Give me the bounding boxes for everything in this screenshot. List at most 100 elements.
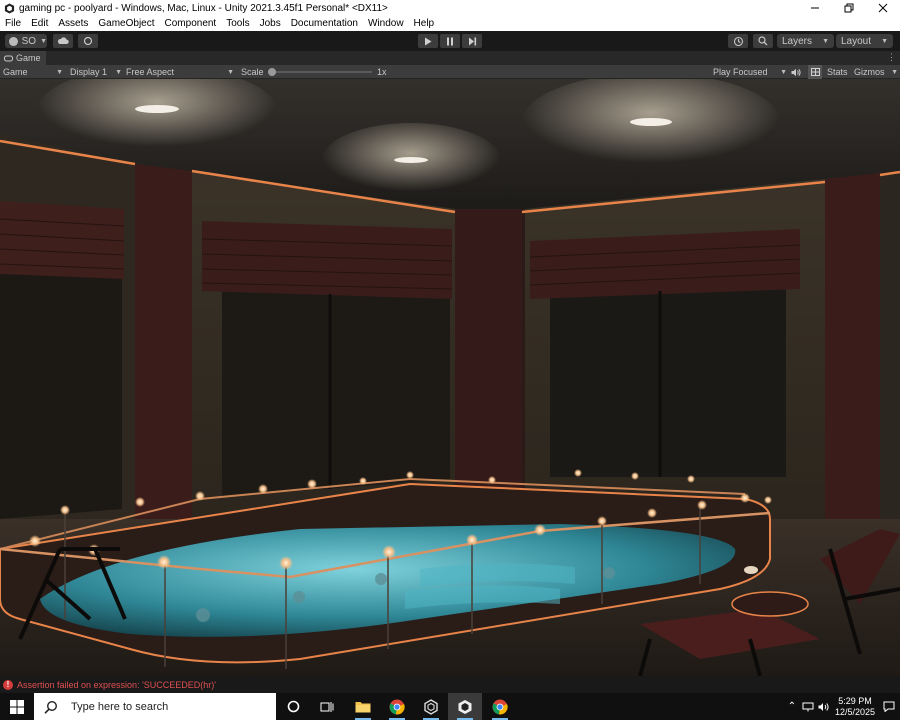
file-explorer-button[interactable]: [346, 693, 380, 720]
taskbar: Type here to search ⌃ 5:29 PM 12/5/2025: [0, 693, 900, 720]
menu-tools[interactable]: Tools: [221, 18, 254, 29]
play-button[interactable]: [418, 34, 438, 48]
taskbar-search[interactable]: Type here to search: [34, 693, 276, 720]
restore-icon: [844, 3, 854, 13]
tab-game[interactable]: Game: [0, 51, 46, 65]
search-icon: [758, 36, 768, 46]
task-view-button[interactable]: [310, 693, 344, 720]
speaker-icon: [818, 702, 829, 711]
chevron-down-icon: ▼: [822, 37, 829, 45]
scale-label: Scale: [241, 67, 264, 77]
unity-icon: [1, 0, 17, 16]
cloud-button[interactable]: [53, 34, 73, 48]
pause-button[interactable]: [440, 34, 460, 48]
game-viewport[interactable]: [0, 79, 900, 676]
unity-icon: [458, 699, 472, 714]
view-mode-dropdown[interactable]: Game ▼: [3, 65, 63, 79]
aspect-dropdown[interactable]: Free Aspect ▼: [126, 65, 234, 79]
unity-editor-button[interactable]: [448, 693, 482, 720]
layers-label: Layers: [782, 35, 813, 47]
console-status-bar[interactable]: ! Assertion failed on expression: 'SUCCE…: [0, 676, 900, 693]
view-mode-label: Game: [3, 67, 28, 77]
chevron-down-icon: ▼: [115, 68, 122, 76]
game-view-toolbar: Game ▼ Display 1 ▼ Free Aspect ▼ Scale 1…: [0, 65, 900, 79]
menu-help[interactable]: Help: [409, 18, 440, 29]
task-view-icon: [320, 701, 334, 712]
system-tray: ⌃ 5:29 PM 12/5/2025: [784, 693, 900, 720]
show-hidden-icons-icon[interactable]: ⌃: [784, 701, 800, 712]
start-button[interactable]: [0, 693, 34, 720]
more-options-icon[interactable]: ⋮: [887, 52, 896, 63]
chevron-down-icon: ▼: [40, 37, 47, 45]
network-icon: [802, 702, 814, 711]
menu-gameobject[interactable]: GameObject: [93, 18, 159, 29]
search-button[interactable]: [753, 34, 773, 48]
chevron-down-icon: ▼: [780, 68, 787, 76]
collab-icon: [83, 36, 93, 46]
layout-dropdown[interactable]: Layout ▼: [836, 34, 893, 48]
scale-slider-thumb[interactable]: [268, 68, 276, 76]
menu-edit[interactable]: Edit: [26, 18, 53, 29]
search-placeholder: Type here to search: [71, 700, 169, 713]
chevron-down-icon: ▼: [56, 68, 63, 76]
unity-hub-button[interactable]: [414, 693, 448, 720]
chrome-icon: [389, 699, 405, 714]
play-mode-label: Play Focused: [713, 67, 768, 77]
minimize-button[interactable]: [798, 0, 832, 16]
layers-dropdown[interactable]: Layers ▼: [777, 34, 834, 48]
close-icon: [878, 3, 888, 13]
gizmos-dropdown[interactable]: Gizmos ▼: [854, 65, 898, 79]
stats-button[interactable]: Stats: [827, 65, 848, 79]
notification-icon: [883, 701, 895, 712]
chevron-down-icon: ▼: [891, 68, 898, 76]
collab-button[interactable]: [78, 34, 98, 48]
maximize-button[interactable]: [832, 0, 866, 16]
menu-window[interactable]: Window: [363, 18, 409, 29]
play-mode-dropdown[interactable]: Play Focused ▼: [713, 65, 787, 79]
menu-jobs[interactable]: Jobs: [255, 18, 286, 29]
clock[interactable]: 5:29 PM 12/5/2025: [832, 696, 878, 718]
menu-component[interactable]: Component: [160, 18, 222, 29]
search-icon: [44, 700, 58, 714]
chrome-button-2[interactable]: [483, 693, 517, 720]
account-label: SO: [21, 35, 37, 47]
chevron-down-icon: ▼: [881, 37, 888, 45]
notifications-button[interactable]: [878, 701, 900, 712]
display-label: Display 1: [70, 67, 108, 77]
gamepad-icon: [4, 55, 13, 61]
step-button[interactable]: [462, 34, 482, 48]
window-title: gaming pc - poolyard - Windows, Mac, Lin…: [19, 2, 388, 14]
rendered-pool-scene: [0, 79, 900, 676]
console-message[interactable]: Assertion failed on expression: 'SUCCEED…: [17, 680, 216, 690]
chrome-button[interactable]: [380, 693, 414, 720]
history-button[interactable]: [728, 34, 748, 48]
mute-audio-button[interactable]: [791, 65, 801, 79]
scale-value: 1x: [377, 67, 387, 77]
network-button[interactable]: [800, 702, 816, 712]
scale-slider[interactable]: [268, 65, 372, 79]
display-stats-button[interactable]: [808, 65, 822, 79]
play-icon: [425, 37, 432, 45]
menu-documentation[interactable]: Documentation: [286, 18, 363, 29]
chevron-down-icon: ▼: [227, 68, 234, 76]
chrome-icon: [492, 699, 508, 714]
volume-button[interactable]: [816, 702, 832, 712]
clock-date: 12/5/2025: [834, 706, 876, 717]
grid-icon: [810, 68, 820, 76]
error-icon: !: [3, 679, 13, 690]
windows-icon: [10, 699, 24, 714]
menu-assets[interactable]: Assets: [53, 18, 93, 29]
account-dropdown[interactable]: SO ▼: [5, 34, 47, 48]
tab-bar: Game ⋮: [0, 51, 900, 65]
cortana-button[interactable]: [276, 693, 310, 720]
step-icon: [468, 37, 476, 45]
layout-label: Layout: [841, 35, 872, 47]
close-button[interactable]: [866, 0, 900, 16]
clock-time: 5:29 PM: [838, 695, 872, 706]
minimize-icon: [811, 7, 819, 9]
menu-file[interactable]: File: [0, 18, 26, 29]
scale-slider-track: [268, 71, 372, 73]
display-dropdown[interactable]: Display 1 ▼: [70, 65, 122, 79]
unity-hub-icon: [424, 698, 438, 715]
speaker-icon: [791, 68, 801, 76]
